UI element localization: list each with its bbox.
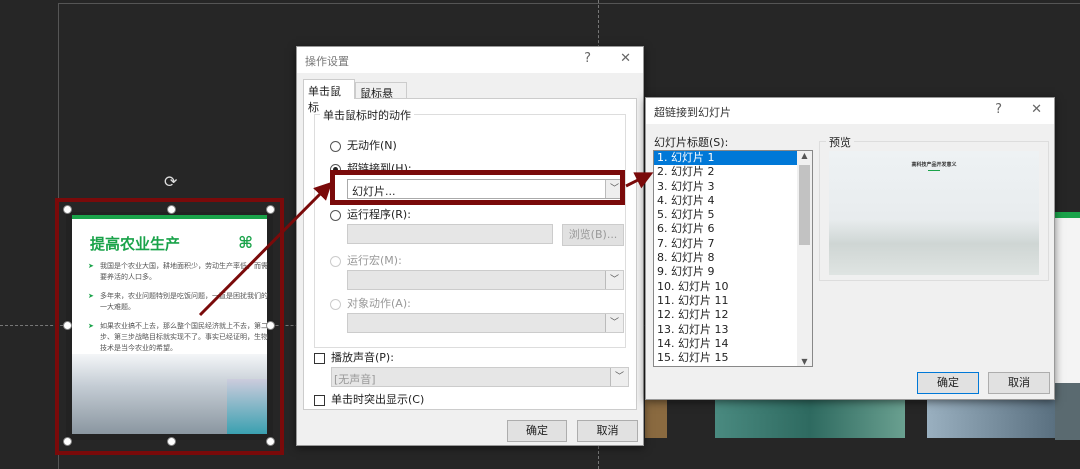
annotation-arrows xyxy=(198,172,654,317)
tab-mouse-click[interactable]: 单击鼠标 xyxy=(303,79,355,114)
arrow-to-dropdown xyxy=(198,181,333,317)
arrow-to-link-dialog xyxy=(625,172,654,189)
